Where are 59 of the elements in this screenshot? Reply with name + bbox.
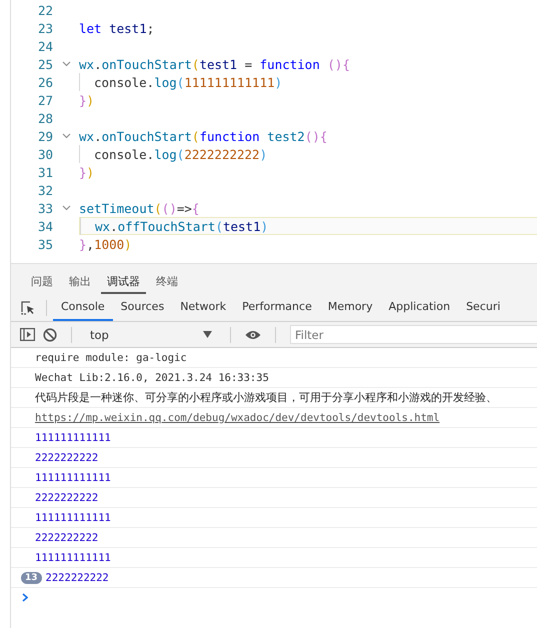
line-number: 25 <box>36 56 53 72</box>
repeat-count-badge: 13 <box>21 572 42 584</box>
log-number: 2222222222 <box>35 532 98 544</box>
line-number: 35 <box>36 236 53 252</box>
chevron-down-icon[interactable] <box>62 133 70 139</box>
sidebar-toggle-icon[interactable] <box>20 328 35 341</box>
panel-tab[interactable]: 调试器 <box>101 272 146 294</box>
devtools-tab[interactable]: Memory <box>320 294 381 321</box>
log-number: 111111111111 <box>35 472 111 484</box>
line-number: 29 <box>36 128 53 144</box>
code-line: }) <box>79 164 94 180</box>
inspect-element-icon[interactable] <box>20 300 36 316</box>
log-number: 111111111111 <box>35 552 111 564</box>
devtools-tab[interactable]: Performance <box>234 294 320 321</box>
log-link[interactable]: https://mp.weixin.qq.com/debug/wxadoc/dev/devtools/devtools.html <box>35 412 440 424</box>
line-number: 23 <box>36 20 53 36</box>
log-number: 2222222222 <box>35 492 98 504</box>
clear-console-icon[interactable] <box>43 328 57 342</box>
panel-tab[interactable]: 终端 <box>150 272 184 294</box>
devtools-tab[interactable]: Application <box>380 294 458 321</box>
line-number: 24 <box>36 38 53 54</box>
eye-icon[interactable] <box>245 330 261 340</box>
log-number: 2222222222 <box>35 452 98 464</box>
code-line: wx.onTouchStart(function test2(){ <box>79 128 328 144</box>
line-number: 34 <box>36 218 53 234</box>
code-line: setTimeout(()=>{ <box>79 200 200 216</box>
log-number: 111111111111 <box>35 432 111 444</box>
code-line: wx.offTouchStart(test1) <box>95 218 268 234</box>
panel-tab[interactable]: 问题 <box>25 272 59 294</box>
log-number: 111111111111 <box>35 512 111 524</box>
log-number: 2222222222 <box>46 572 109 584</box>
code-line: },1000) <box>79 236 132 252</box>
log-message: 代码片段是一种迷你、可分享的小程序或小游戏项目，可用于分享小程序和小游戏的开发经验、 <box>35 390 497 405</box>
line-number: 31 <box>36 164 53 180</box>
code-line: let test1; <box>79 20 154 36</box>
context-dropdown[interactable]: top <box>86 328 216 342</box>
log-message: Wechat Lib:2.16.0, 2021.3.24 16:33:35 <box>35 372 269 384</box>
chevron-down-icon[interactable] <box>62 205 70 211</box>
code-line: console.log(2222222222) <box>94 146 268 162</box>
line-number: 26 <box>36 74 53 90</box>
prompt-chevron-icon[interactable] <box>22 592 28 602</box>
line-number: 33 <box>36 200 53 216</box>
code-line: }) <box>79 92 94 108</box>
chevron-down-icon[interactable] <box>62 61 70 67</box>
code-line: wx.onTouchStart(test1 = function (){ <box>79 56 350 72</box>
devtools-tab[interactable]: Sources <box>112 294 172 321</box>
dropdown-triangle-icon <box>203 331 212 338</box>
panel-tab[interactable]: 输出 <box>63 272 97 294</box>
line-number: 30 <box>36 146 53 162</box>
line-number: 22 <box>36 2 53 18</box>
devtools-tab[interactable]: Securi <box>458 294 508 321</box>
log-message: require module: ga-logic <box>35 352 187 364</box>
devtools-tab[interactable]: Network <box>172 294 234 321</box>
code-line: console.log(111111111111) <box>94 74 282 90</box>
devtools-tab[interactable]: Console <box>53 294 113 321</box>
line-number: 32 <box>36 182 53 198</box>
line-number: 27 <box>36 92 53 108</box>
line-number: 28 <box>36 110 53 126</box>
filter-field[interactable]: Filter <box>290 325 537 344</box>
